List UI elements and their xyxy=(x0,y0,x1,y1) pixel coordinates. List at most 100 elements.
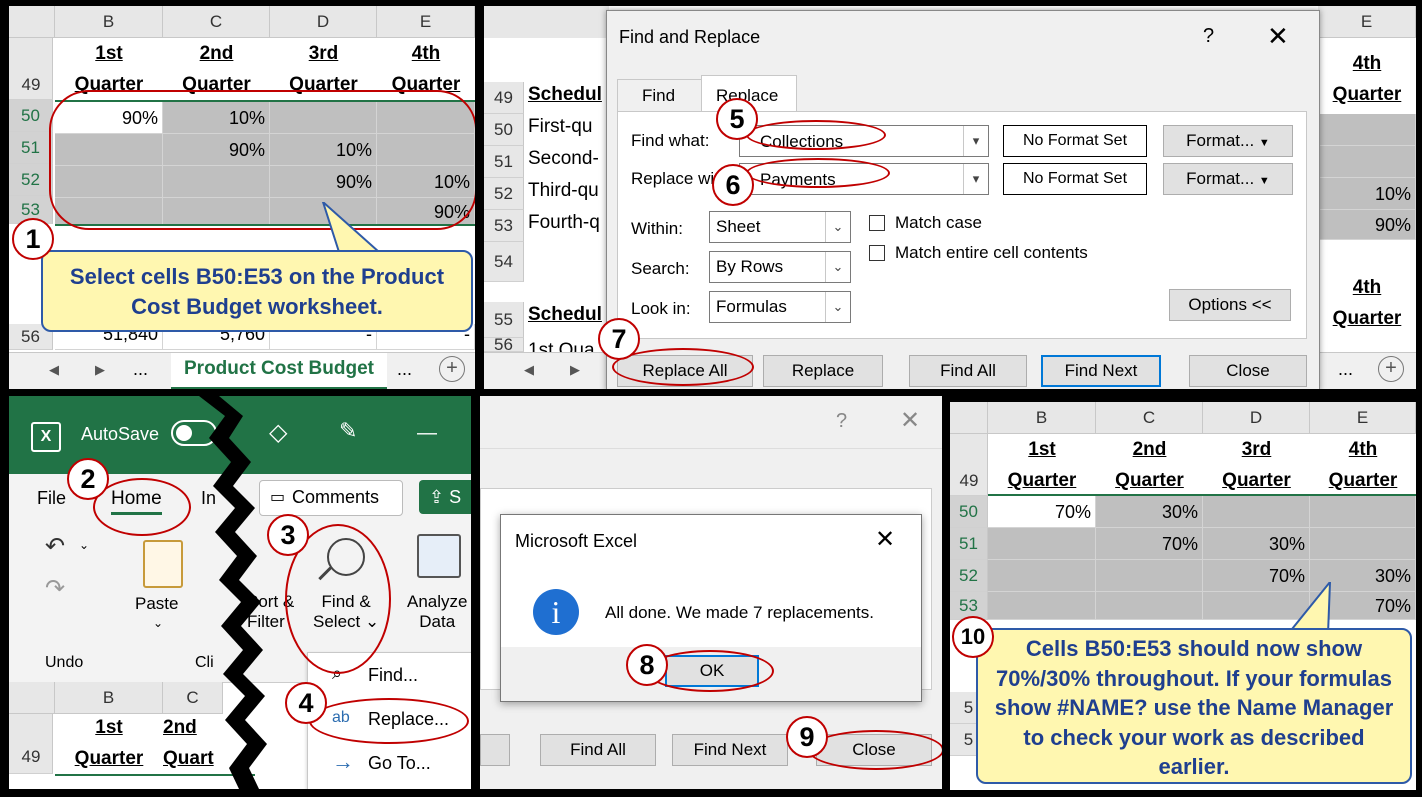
corner-cell[interactable] xyxy=(950,402,988,434)
more-sheets[interactable]: ... xyxy=(1338,359,1353,380)
cell-b52[interactable] xyxy=(988,560,1096,592)
cell-b50[interactable]: 70% xyxy=(988,496,1096,528)
corner-cell[interactable] xyxy=(9,682,55,714)
row-header-53[interactable]: 53 xyxy=(484,210,524,242)
col-header-b[interactable]: B xyxy=(55,6,163,38)
col-header-d[interactable]: D xyxy=(1203,402,1310,434)
row-header-52[interactable]: 52 xyxy=(9,164,53,196)
comments-button[interactable]: ▭ Comments xyxy=(259,480,403,516)
panel-find-replace: 49 50 51 52 53 54 55 56 Schedul First-qu Second- Th… xyxy=(484,6,1416,389)
step-2-marker: 2 xyxy=(67,458,109,500)
cell-d50[interactable] xyxy=(1203,496,1310,528)
chevron-down-icon[interactable]: ⌄ xyxy=(79,538,89,552)
tab-file[interactable]: File xyxy=(37,488,66,509)
row-header-51[interactable]: 51 xyxy=(484,146,524,178)
bg-help-button[interactable]: ? xyxy=(836,410,847,433)
row-header-56[interactable]: 56 xyxy=(484,336,524,353)
close-icon[interactable]: ✕ xyxy=(1267,21,1289,52)
row-header-51[interactable]: 51 xyxy=(950,528,988,560)
chevron-down-icon[interactable]: ⌄ xyxy=(825,212,850,242)
chevron-down-icon[interactable]: ⌄ xyxy=(825,292,850,322)
col-header-e[interactable]: E xyxy=(1318,6,1416,38)
menu-find[interactable]: Find... xyxy=(368,665,418,686)
chevron-down-icon[interactable]: ⌄ xyxy=(153,616,163,630)
cell-e51[interactable] xyxy=(1310,528,1416,560)
cell-c53[interactable] xyxy=(1096,592,1203,620)
col-header-e[interactable]: E xyxy=(377,6,475,38)
within-select[interactable]: Sheet ⌄ xyxy=(709,211,851,243)
row-header-49[interactable]: 49 xyxy=(9,38,53,100)
cell-e52[interactable]: 10% xyxy=(1318,178,1416,210)
scroll-left-icon[interactable]: ◀ xyxy=(524,362,534,378)
share-button[interactable]: ⇪ S xyxy=(419,480,471,514)
row-header-52[interactable]: 52 xyxy=(484,178,524,210)
redo-icon[interactable]: ↷ xyxy=(45,574,65,603)
options-button[interactable]: Options << xyxy=(1169,289,1291,321)
cell-c50[interactable]: 30% xyxy=(1096,496,1203,528)
menu-go-to[interactable]: Go To... xyxy=(368,753,431,774)
analyze-data-label[interactable]: Analyze Data xyxy=(407,592,467,632)
match-entire-checkbox[interactable] xyxy=(869,245,885,261)
match-case-checkbox[interactable] xyxy=(869,215,885,231)
analyze-data-icon[interactable] xyxy=(417,534,461,578)
more-sheets-left[interactable]: ... xyxy=(133,359,148,380)
scroll-right-icon[interactable]: ▶ xyxy=(95,362,105,378)
bg-find-all-button[interactable]: Find All xyxy=(540,734,656,766)
close-oval xyxy=(808,730,942,770)
row-header-49[interactable]: 49 xyxy=(950,434,988,496)
cell-e53[interactable]: 90% xyxy=(1318,210,1416,240)
row-header-50[interactable]: 50 xyxy=(9,100,53,132)
chevron-down-icon[interactable]: ▾ xyxy=(963,164,988,194)
find-next-button[interactable]: Find Next xyxy=(1041,355,1161,387)
add-sheet-icon[interactable]: + xyxy=(439,356,465,382)
cell-e50[interactable] xyxy=(1318,114,1416,146)
cell-b53[interactable] xyxy=(988,592,1096,620)
replace-format-button[interactable]: Format... ▼ xyxy=(1163,163,1293,195)
scroll-right-icon[interactable]: ▶ xyxy=(570,362,580,378)
close-icon[interactable]: ✕ xyxy=(875,525,895,554)
scroll-left-icon[interactable]: ◀ xyxy=(49,362,59,378)
cell-e51[interactable] xyxy=(1318,146,1416,178)
look-in-select[interactable]: Formulas ⌄ xyxy=(709,291,851,323)
help-button[interactable]: ? xyxy=(1203,25,1214,48)
col-header-d[interactable]: D xyxy=(270,6,377,38)
row-header-54[interactable]: 54 xyxy=(484,242,524,282)
row-header-51[interactable]: 51 xyxy=(9,132,53,164)
chevron-down-icon[interactable]: ▾ xyxy=(963,126,988,156)
row-header-55[interactable]: 55 xyxy=(484,302,524,338)
row-header-50[interactable]: 50 xyxy=(950,496,988,528)
cell-d51[interactable]: 30% xyxy=(1203,528,1310,560)
bg-find-next-button[interactable]: Find Next xyxy=(672,734,788,766)
paste-icon[interactable] xyxy=(143,540,183,588)
col-header-b[interactable]: B xyxy=(55,682,163,714)
undo-icon[interactable]: ↶ xyxy=(45,532,65,561)
tab-find[interactable]: Find xyxy=(617,79,703,112)
col-header-b[interactable]: B xyxy=(988,402,1096,434)
minimize-icon[interactable]: — xyxy=(417,422,437,445)
find-format-button[interactable]: Format... ▼ xyxy=(1163,125,1293,157)
row-header-49[interactable]: 49 xyxy=(484,82,524,114)
search-select[interactable]: By Rows ⌄ xyxy=(709,251,851,283)
add-sheet-icon[interactable]: + xyxy=(1378,356,1404,382)
paste-label[interactable]: Paste xyxy=(135,594,178,614)
cell-c51[interactable]: 70% xyxy=(1096,528,1203,560)
cell-c52[interactable] xyxy=(1096,560,1203,592)
cell-e50[interactable] xyxy=(1310,496,1416,528)
cell-b51[interactable] xyxy=(988,528,1096,560)
find-all-button[interactable]: Find All xyxy=(909,355,1027,387)
replace-button[interactable]: Replace xyxy=(763,355,883,387)
chevron-down-icon[interactable]: ⌄ xyxy=(825,252,850,282)
corner-cell[interactable] xyxy=(9,6,55,38)
more-sheets-right[interactable]: ... xyxy=(397,359,412,380)
sheet-tab-product-cost-budget[interactable]: Product Cost Budget xyxy=(171,353,387,389)
brush-icon[interactable]: ✎ xyxy=(339,418,357,444)
col-header-c[interactable]: C xyxy=(163,6,270,38)
bg-close-icon[interactable]: ✕ xyxy=(900,406,920,435)
result-range[interactable]: 70% 30% 70% 30% 70% 30% 70% xyxy=(988,496,1416,620)
col-header-c[interactable]: C xyxy=(1096,402,1203,434)
row-header-50[interactable]: 50 xyxy=(484,114,524,146)
row-header-52[interactable]: 52 xyxy=(950,560,988,592)
row-header-49[interactable]: 49 xyxy=(9,714,53,774)
close-button[interactable]: Close xyxy=(1189,355,1307,387)
col-header-e[interactable]: E xyxy=(1310,402,1416,434)
